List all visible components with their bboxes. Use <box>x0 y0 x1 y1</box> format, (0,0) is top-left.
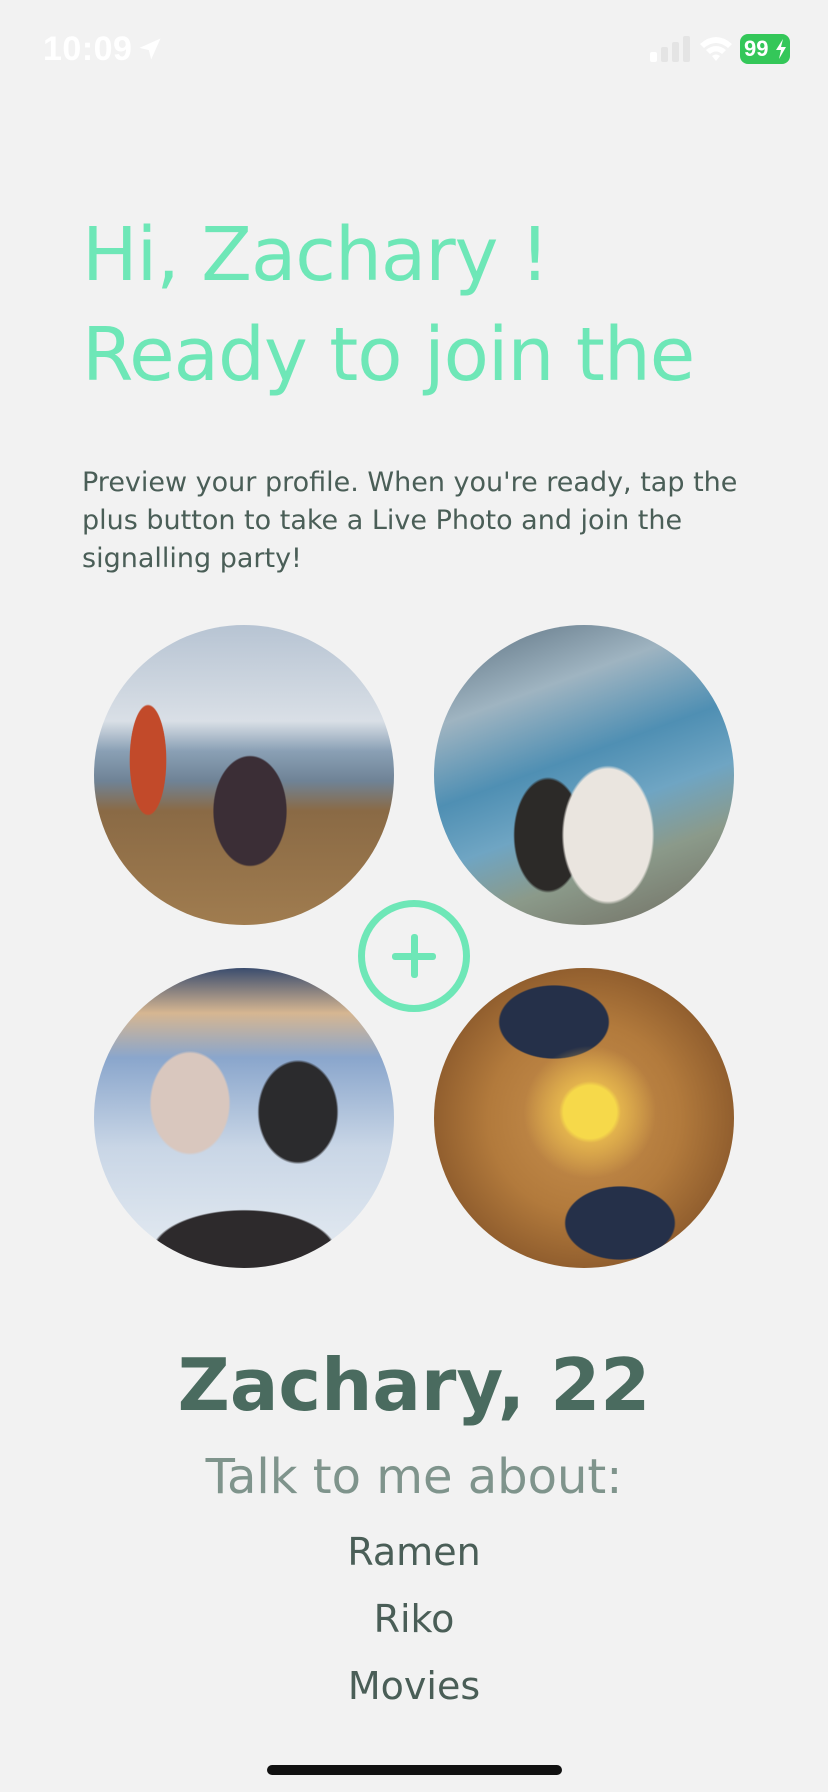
battery-level: 99 <box>744 36 769 61</box>
interest-item: Riko <box>373 1597 455 1641</box>
add-live-photo-button[interactable] <box>358 900 470 1012</box>
location-arrow-icon <box>139 38 161 60</box>
profile-photo-4 <box>434 968 734 1268</box>
interests-list: Ramen Riko Movies <box>0 1524 828 1725</box>
greeting-line-2: Ready to join the <box>82 312 695 398</box>
talk-about-label: Talk to me about: <box>205 1449 623 1505</box>
profile-photo-3 <box>94 968 394 1268</box>
instructions-text: Preview your profile. When you're ready,… <box>82 467 738 574</box>
home-indicator[interactable] <box>267 1765 562 1775</box>
greeting-heading: Hi, Zachary ! Ready to join the <box>82 205 802 405</box>
profile-name-age: Zachary, 22 <box>177 1343 651 1427</box>
status-bar: 10:09 99 <box>0 0 828 100</box>
status-time: 10:09 <box>43 30 133 68</box>
interest-item: Ramen <box>347 1530 481 1574</box>
charging-bolt-icon <box>776 39 786 59</box>
cellular-signal-icon <box>650 36 690 62</box>
greeting-line-1: Hi, Zachary ! <box>82 212 550 298</box>
battery-indicator: 99 <box>740 34 790 64</box>
profile-photo-2 <box>434 625 734 925</box>
profile-photo-1 <box>94 625 394 925</box>
wifi-icon <box>700 37 732 61</box>
interest-item: Movies <box>347 1664 481 1708</box>
